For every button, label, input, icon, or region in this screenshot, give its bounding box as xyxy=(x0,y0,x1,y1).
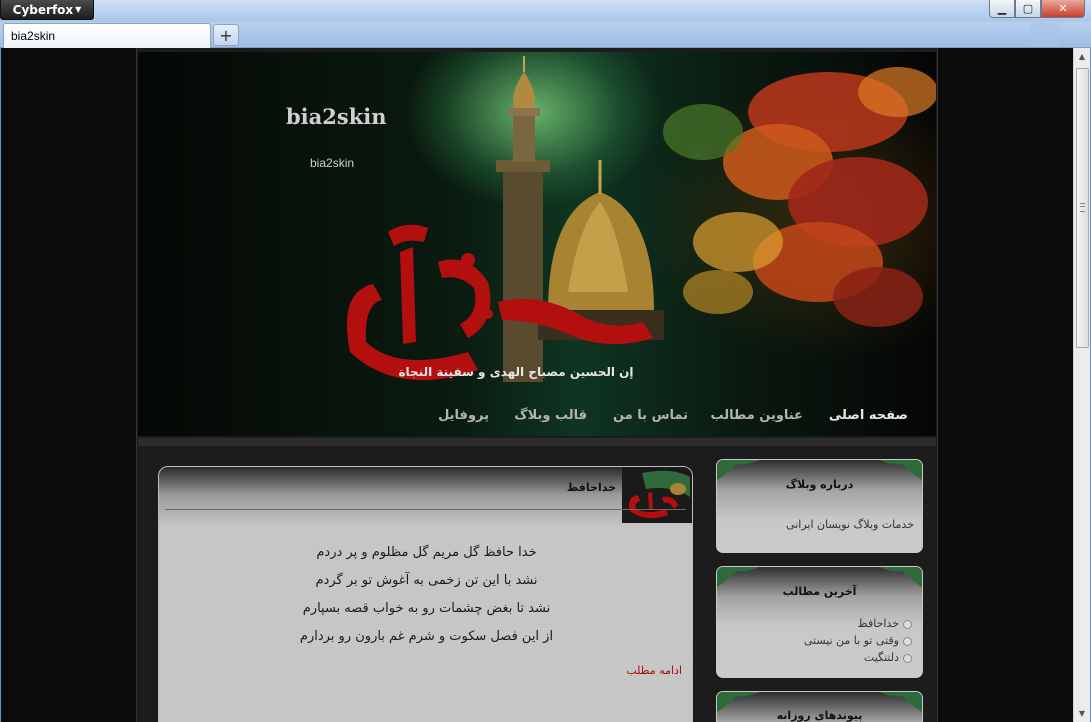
recent-post-link[interactable]: دلتنگیت xyxy=(864,651,899,664)
window-controls: ▁ ▢ ✕ xyxy=(989,0,1085,20)
app-menu-button[interactable]: Cyberfox ▼ xyxy=(0,0,94,20)
scrollbar-thumb[interactable] xyxy=(1076,68,1089,348)
post-line: نشد تا بغض چشمات رو به خواب قصه بسپارم xyxy=(302,601,551,616)
maximize-icon: ▢ xyxy=(1022,2,1034,15)
post-line: نشد با این تن زخمی به آغوش تو بر گردم xyxy=(315,573,538,588)
nav-item-home[interactable]: صفحه اصلی xyxy=(829,408,908,423)
plus-icon: + xyxy=(219,25,233,45)
vertical-scrollbar[interactable]: ▲ ▼ xyxy=(1073,48,1090,722)
chevron-down-icon: ▼ xyxy=(75,5,82,14)
minimize-icon: ▁ xyxy=(997,2,1007,15)
blog-description: bia2skin xyxy=(310,156,355,170)
post-line: خدا حافظ گل مریم گل مظلوم و پر دردم xyxy=(316,545,537,560)
tab-strip: bia2skin + xyxy=(0,22,1091,48)
list-item[interactable]: خداحافظ xyxy=(804,615,912,632)
list-item[interactable]: دلتنگیت xyxy=(804,649,912,666)
page-viewport: إن الحسين مصباح الهدى و سفينة النجاة bia… xyxy=(1,48,1073,722)
tab-title: bia2skin xyxy=(11,29,56,43)
recent-post-link[interactable]: وقتی تو با من نیستی xyxy=(804,634,899,647)
read-more-link[interactable]: ادامه مطلب xyxy=(626,664,682,677)
bullet-icon xyxy=(903,619,912,629)
post-card: خداحافظ خدا حافظ گل مریم گل مظلوم و پر د… xyxy=(158,466,693,722)
sidebar-about-text: خدمات وبلاگ نویسان ایرانی xyxy=(786,518,914,531)
sidebar-about-box: درباره وبلاگ خدمات وبلاگ نویسان ایرانی xyxy=(716,459,923,553)
nav-item-post-titles[interactable]: عناوین مطالب xyxy=(711,408,804,423)
bullet-icon xyxy=(903,653,912,663)
bullet-icon xyxy=(903,636,912,646)
scroll-up-icon[interactable]: ▲ xyxy=(1074,48,1090,65)
close-icon: ✕ xyxy=(1058,2,1068,15)
sidebar-recent-title: آخرین مطالب xyxy=(782,585,857,598)
tab-strip-shadow xyxy=(1030,23,1060,47)
cloud-illustration xyxy=(663,67,936,327)
blog-title[interactable]: bia2skin xyxy=(286,104,387,129)
sidebar-links-title: پیوندهای روزانه xyxy=(776,709,863,722)
sidebar-about-title: درباره وبلاگ xyxy=(785,478,854,491)
new-tab-button[interactable]: + xyxy=(213,24,239,46)
calligraphy-ornament-icon xyxy=(622,467,692,523)
minimize-button[interactable]: ▁ xyxy=(989,0,1015,18)
app-menu-label: Cyberfox xyxy=(12,2,74,17)
tab-bia2skin[interactable]: bia2skin xyxy=(3,23,211,48)
banner-artwork: إن الحسين مصباح الهدى و سفينة النجاة xyxy=(346,56,936,382)
header-banner: إن الحسين مصباح الهدى و سفينة النجاة bia… xyxy=(138,52,936,436)
main-nav: صفحه اصلی عناوین مطالب تماس با من قالب و… xyxy=(138,402,936,432)
nav-item-template[interactable]: قالب وبلاگ xyxy=(514,408,587,423)
post-divider xyxy=(165,509,686,510)
list-item[interactable]: وقتی تو با من نیستی xyxy=(804,632,912,649)
close-button[interactable]: ✕ xyxy=(1041,0,1085,18)
post-title[interactable]: خداحافظ xyxy=(567,481,616,494)
blog-page: إن الحسين مصباح الهدى و سفينة النجاة bia… xyxy=(136,48,938,722)
nav-item-profile[interactable]: پروفایل xyxy=(438,408,489,423)
sidebar-recent-box: آخرین مطالب خداحافظ وقتی تو با من نیستی … xyxy=(716,566,923,678)
recent-post-link[interactable]: خداحافظ xyxy=(858,617,899,630)
recent-posts-list: خداحافظ وقتی تو با من نیستی دلتنگیت xyxy=(804,615,912,666)
scroll-down-icon[interactable]: ▼ xyxy=(1074,705,1090,722)
post-line: از این فصل سکوت و شرم غم بارون رو بردارم xyxy=(299,629,554,644)
post-body: خدا حافظ گل مریم گل مظلوم و پر دردم نشد … xyxy=(159,539,692,651)
maximize-button[interactable]: ▢ xyxy=(1015,0,1041,18)
banner-arabic-line: إن الحسين مصباح الهدى و سفينة النجاة xyxy=(398,365,633,380)
nav-item-contact[interactable]: تماس با من xyxy=(613,408,688,423)
sidebar-links-box: پیوندهای روزانه xyxy=(716,691,923,722)
window-titlebar: Cyberfox ▼ ▁ ▢ ✕ xyxy=(0,0,1091,22)
grip-icon xyxy=(1080,203,1085,212)
header-divider xyxy=(138,438,936,446)
